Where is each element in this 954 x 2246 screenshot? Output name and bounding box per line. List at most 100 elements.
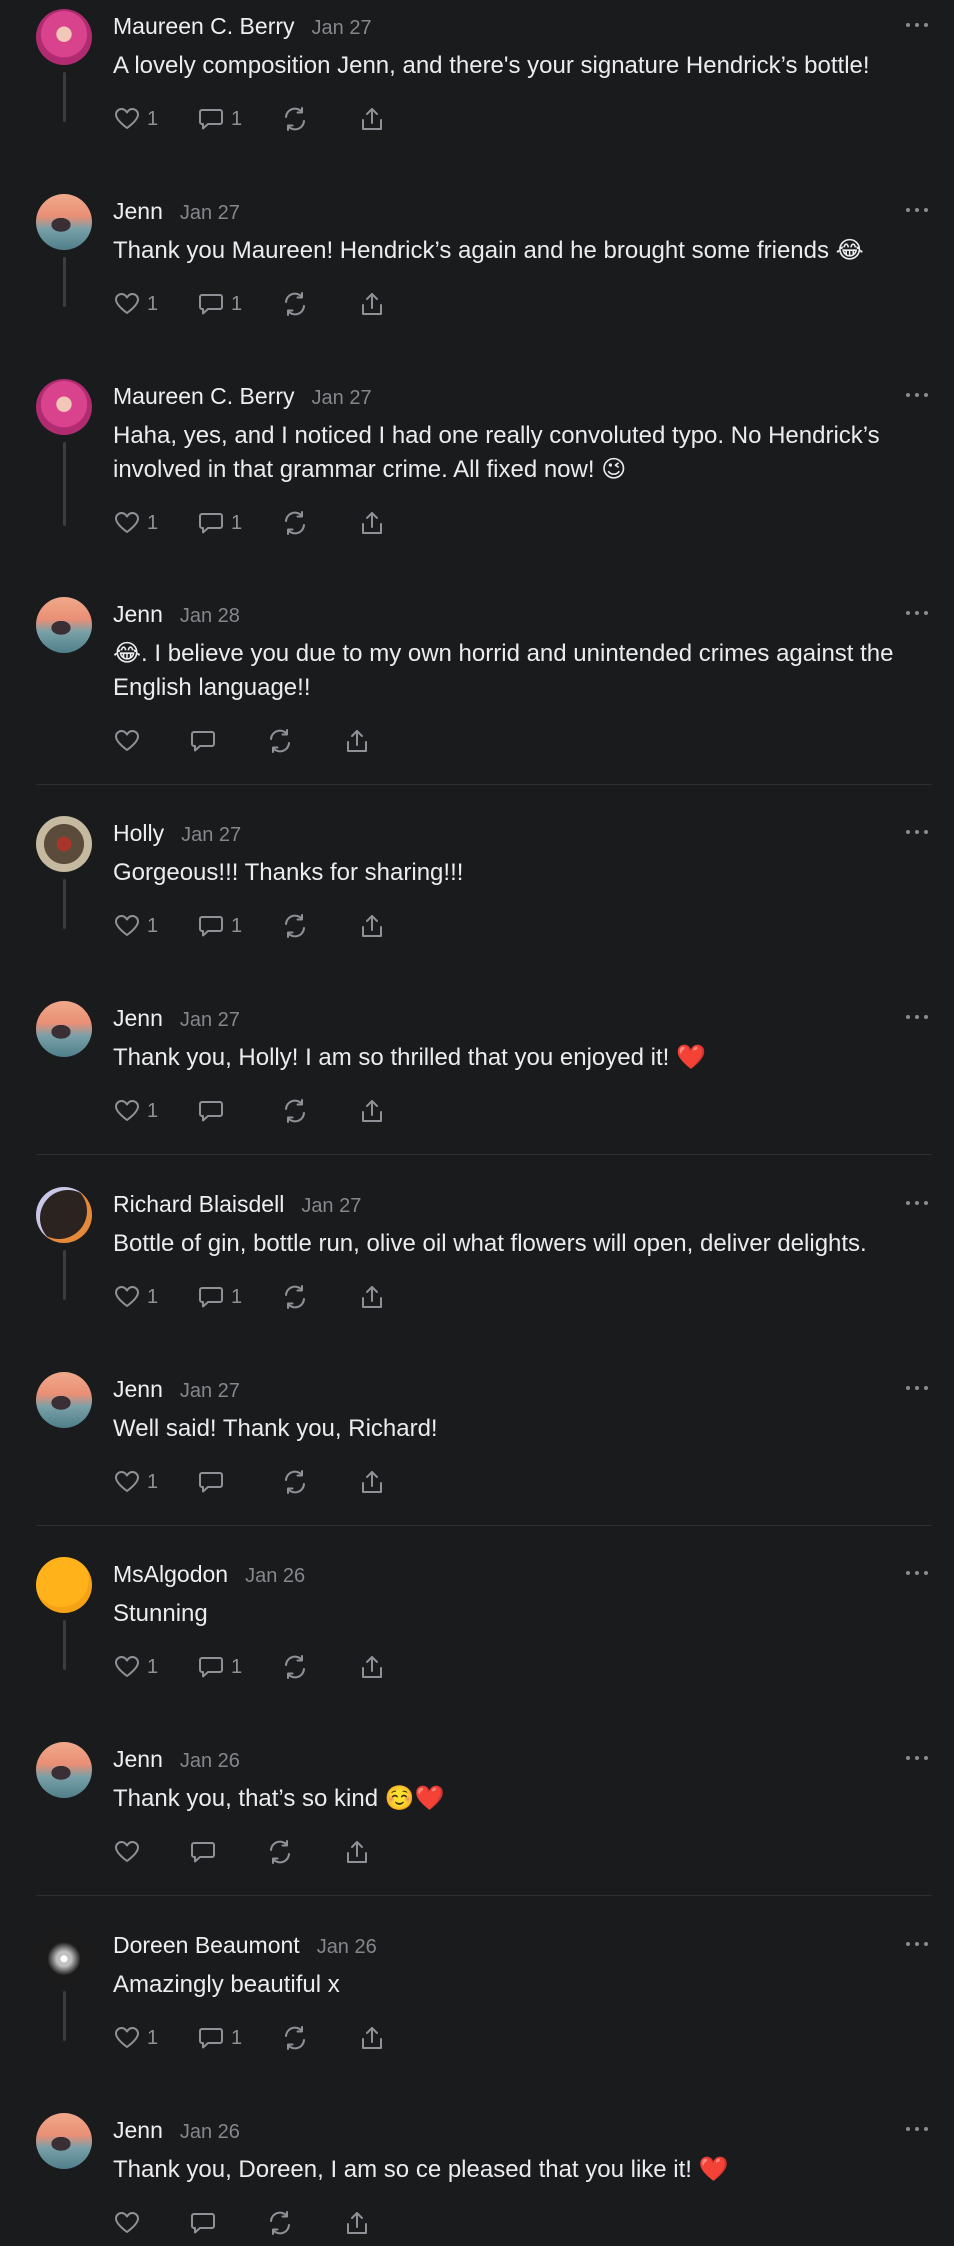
share-button[interactable] [358,2024,386,2052]
restack-button[interactable] [281,1653,309,1681]
like-button[interactable]: 1 [113,1653,158,1681]
more-options-icon[interactable] [906,1746,928,1770]
author-name[interactable]: Jenn [113,1746,163,1773]
like-button[interactable] [113,2209,141,2237]
reply-button[interactable]: 1 [197,509,242,537]
reply-button[interactable]: 1 [197,290,242,318]
avatar[interactable] [36,816,92,872]
comment-icon [199,916,223,937]
author-name[interactable]: Jenn [113,601,163,628]
like-button[interactable]: 1 [113,1283,158,1311]
more-options-icon[interactable] [906,820,928,844]
share-button[interactable] [343,727,371,755]
avatar[interactable] [36,9,92,65]
share-button[interactable] [358,509,386,537]
comment-date[interactable]: Jan 27 [180,1380,240,1403]
comment-date[interactable]: Jan 26 [317,1936,377,1959]
more-options-icon[interactable] [906,13,928,37]
restack-button[interactable] [266,727,294,755]
avatar[interactable] [36,1742,92,1798]
like-button[interactable]: 1 [113,1097,158,1125]
reply-button[interactable]: 1 [197,2024,242,2052]
author-name[interactable]: Jenn [113,1376,163,1403]
author-name[interactable]: Maureen C. Berry [113,13,295,40]
restack-button[interactable] [281,1283,309,1311]
author-name[interactable]: Jenn [113,198,163,225]
comment-date[interactable]: Jan 27 [180,1009,240,1032]
avatar[interactable] [36,194,92,250]
comment-date[interactable]: Jan 27 [181,824,241,847]
avatar[interactable] [36,1557,92,1613]
restack-button[interactable] [281,1097,309,1125]
restack-button[interactable] [281,2024,309,2052]
like-button[interactable]: 1 [113,1468,158,1496]
share-button[interactable] [358,1097,386,1125]
more-options-icon[interactable] [906,383,928,407]
reply-button[interactable] [189,2209,217,2237]
comment-date[interactable]: Jan 27 [301,1195,361,1218]
share-button[interactable] [343,2209,371,2237]
comment-date[interactable]: Jan 27 [312,387,372,410]
like-button[interactable]: 1 [113,2024,158,2052]
reply-button[interactable]: 1 [197,1653,242,1681]
more-options-icon[interactable] [906,198,928,222]
comment-date[interactable]: Jan 26 [180,2121,240,2144]
more-options-icon[interactable] [906,2117,928,2141]
avatar[interactable] [36,1187,92,1243]
share-button[interactable] [343,1838,371,1866]
more-options-icon[interactable] [906,601,928,625]
author-name[interactable]: Jenn [113,1005,163,1032]
author-name[interactable]: MsAlgodon [113,1561,228,1588]
comment-body: Thank you, that’s so kind ☺️❤️ [113,1782,923,1816]
restack-button[interactable] [281,912,309,940]
restack-button[interactable] [281,105,309,133]
reply-button[interactable] [197,1097,225,1125]
avatar[interactable] [36,597,92,653]
like-button[interactable]: 1 [113,912,158,940]
restack-button[interactable] [281,290,309,318]
reply-button[interactable] [197,1468,225,1496]
author-name[interactable]: Richard Blaisdell [113,1191,284,1218]
reply-button[interactable]: 1 [197,912,242,940]
like-button[interactable]: 1 [113,509,158,537]
share-button[interactable] [358,912,386,940]
reply-button[interactable] [189,727,217,755]
restack-button[interactable] [281,509,309,537]
avatar[interactable] [36,1372,92,1428]
reply-button[interactable]: 1 [197,1283,242,1311]
like-button[interactable]: 1 [113,105,158,133]
like-button[interactable] [113,1838,141,1866]
share-button[interactable] [358,105,386,133]
restack-button[interactable] [266,1838,294,1866]
author-name[interactable]: Maureen C. Berry [113,383,295,410]
more-options-icon[interactable] [906,1376,928,1400]
avatar[interactable] [36,379,92,435]
author-name[interactable]: Jenn [113,2117,163,2144]
comment-date[interactable]: Jan 27 [312,17,372,40]
author-name[interactable]: Doreen Beaumont [113,1932,300,1959]
more-options-icon[interactable] [906,1561,928,1585]
restack-button[interactable] [281,1468,309,1496]
share-button[interactable] [358,290,386,318]
share-button[interactable] [358,1468,386,1496]
comment-date[interactable]: Jan 27 [180,202,240,225]
comment-date[interactable]: Jan 26 [180,1750,240,1773]
reply-button[interactable]: 1 [197,105,242,133]
reply-button[interactable] [189,1838,217,1866]
author-name[interactable]: Holly [113,820,164,847]
share-button[interactable] [358,1653,386,1681]
more-options-icon[interactable] [906,1191,928,1215]
comment-text-line: Gorgeous!!! Thanks for sharing!!! [113,859,464,886]
avatar[interactable] [36,1001,92,1057]
restack-button[interactable] [266,2209,294,2237]
like-button[interactable]: 1 [113,290,158,318]
share-button[interactable] [358,1283,386,1311]
comment-date[interactable]: Jan 26 [245,1565,305,1588]
more-options-icon[interactable] [906,1005,928,1029]
like-button[interactable] [113,727,141,755]
more-options-icon[interactable] [906,1932,928,1956]
comment-body: Stunning [113,1597,923,1631]
avatar[interactable] [36,2113,92,2169]
avatar[interactable] [36,1928,92,1984]
comment-date[interactable]: Jan 28 [180,605,240,628]
